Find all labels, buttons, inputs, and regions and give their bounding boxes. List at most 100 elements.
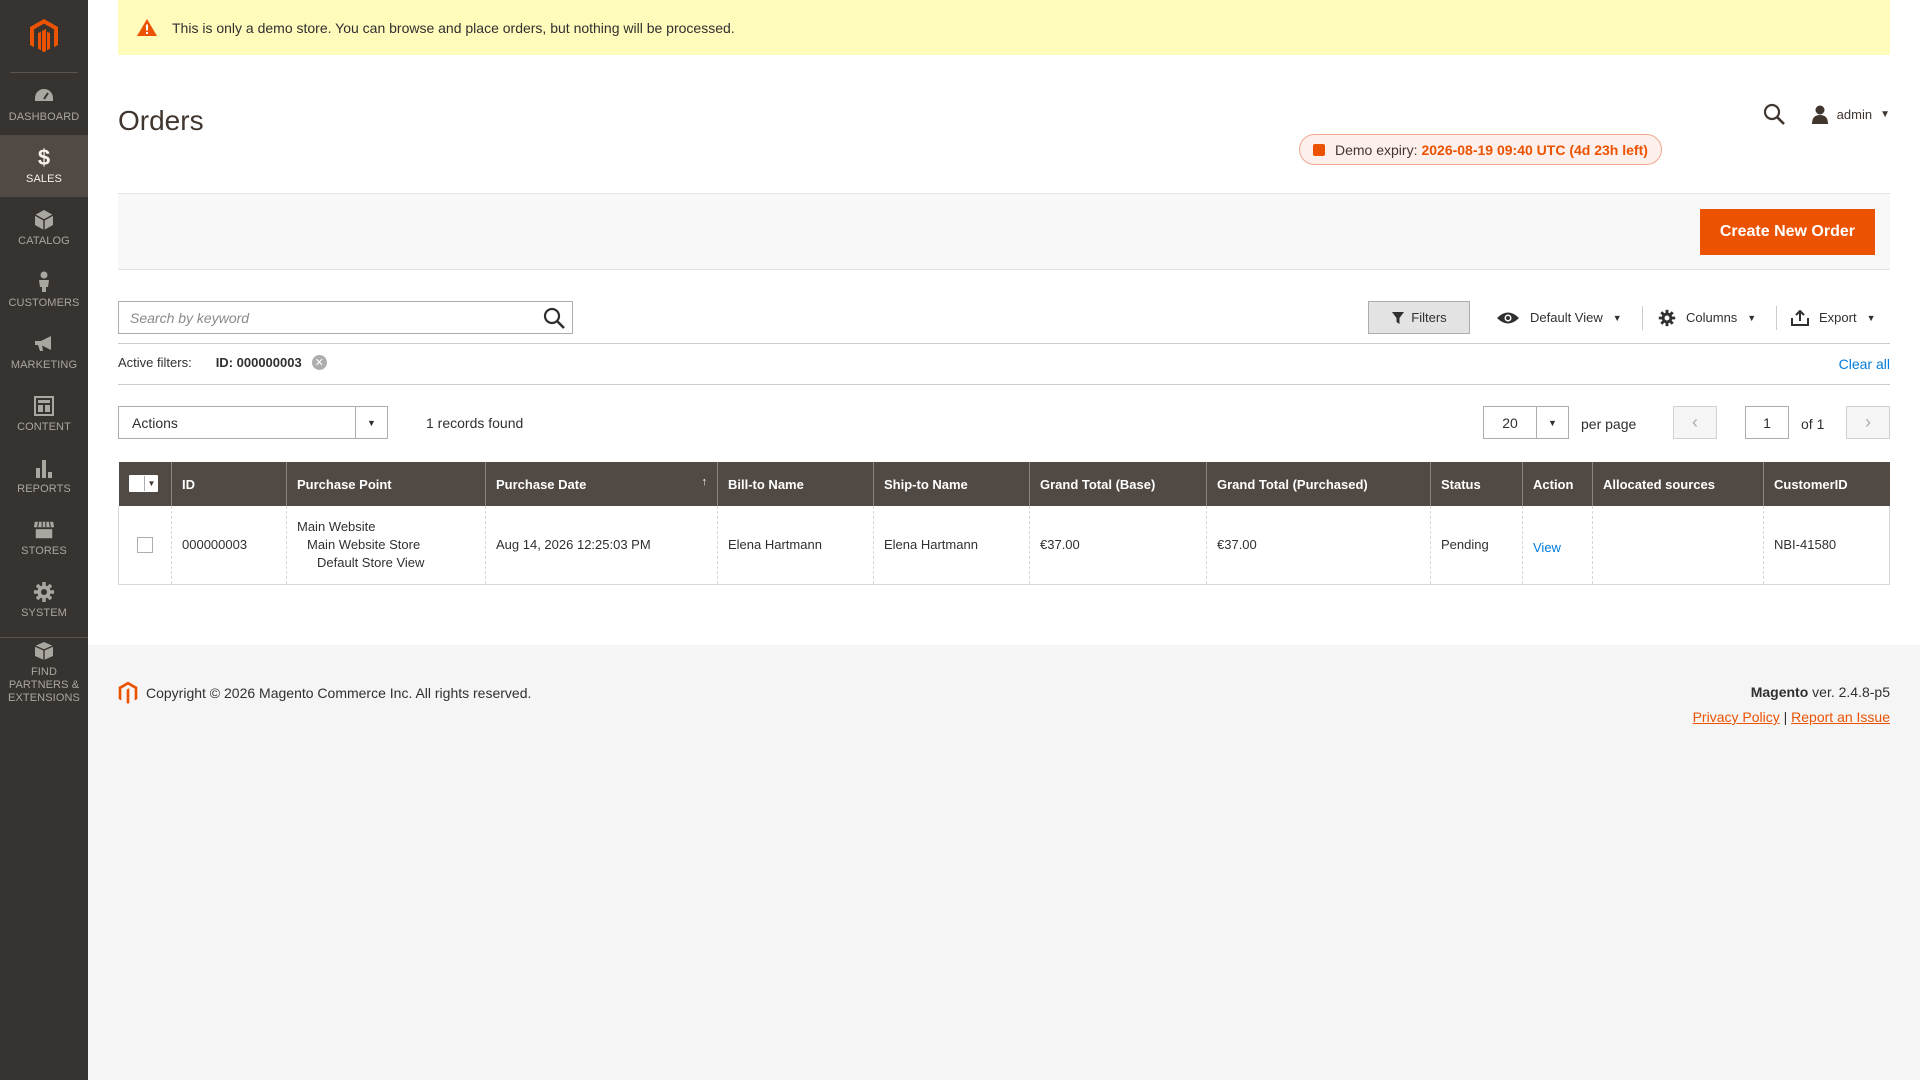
menu-find-partners[interactable]: FIND PARTNERS & EXTENSIONS bbox=[0, 637, 88, 707]
header-actions: admin ▼ bbox=[1763, 103, 1890, 125]
admin-user-menu[interactable]: admin ▼ bbox=[1811, 105, 1890, 124]
col-customer-id[interactable]: CustomerID bbox=[1763, 462, 1890, 506]
gear-icon bbox=[1658, 309, 1676, 327]
report-issue-link[interactable]: Report an Issue bbox=[1791, 709, 1890, 725]
col-grand-total-purchased[interactable]: Grand Total (Purchased) bbox=[1206, 462, 1431, 506]
footer-links: Privacy Policy | Report an Issue bbox=[1693, 709, 1890, 725]
row-checkbox[interactable] bbox=[137, 536, 153, 553]
boxes-icon bbox=[33, 640, 55, 662]
next-page-button[interactable]: › bbox=[1846, 406, 1890, 439]
menu-label: STORES bbox=[21, 544, 67, 557]
purchase-point-website: Main Website bbox=[297, 518, 376, 534]
caret-down-icon: ▼ bbox=[1536, 407, 1568, 438]
mass-actions-select[interactable]: Actions ▼ bbox=[118, 406, 388, 439]
cell-grand-total-purchased: €37.00 bbox=[1206, 506, 1431, 585]
view-dropdown[interactable]: Default View ▼ bbox=[1496, 301, 1622, 334]
menu-label: MARKETING bbox=[10, 358, 78, 371]
chevron-left-icon: ‹ bbox=[1692, 412, 1698, 432]
admin-sidebar: DASHBOARD $ SALES CATALOG CUSTOMERS MARK… bbox=[0, 0, 88, 1080]
sort-arrow-icon: ↑ bbox=[701, 476, 708, 488]
caret-down-icon: ▼ bbox=[355, 407, 387, 438]
caret-down-icon: ▼ bbox=[1747, 312, 1757, 323]
magento-logo[interactable] bbox=[10, 0, 78, 73]
user-icon bbox=[1811, 105, 1829, 124]
page-number-input[interactable]: 1 bbox=[1745, 406, 1789, 439]
menu-content[interactable]: CONTENT bbox=[0, 383, 88, 445]
footer-separator: | bbox=[1783, 709, 1788, 725]
cell-purchase-point: Main Website Main Website Store Default … bbox=[286, 506, 486, 585]
create-new-order-button[interactable]: Create New Order bbox=[1699, 209, 1875, 255]
global-search-icon[interactable] bbox=[1763, 103, 1785, 125]
expiry-value: 2026-08-19 09:40 UTC (4d 23h left) bbox=[1421, 141, 1648, 158]
dollar-icon: $ bbox=[37, 144, 51, 170]
page-total: of 1 bbox=[1801, 416, 1825, 432]
filters-button[interactable]: Filters bbox=[1368, 301, 1470, 334]
per-page-label: per page bbox=[1581, 416, 1637, 432]
col-bill-to[interactable]: Bill-to Name bbox=[717, 462, 874, 506]
caret-down-icon: ▼ bbox=[1880, 108, 1890, 120]
demo-expiry-badge: Demo expiry: 2026-08-19 09:40 UTC (4d 23… bbox=[1299, 134, 1662, 165]
warning-icon bbox=[136, 18, 158, 37]
columns-dropdown[interactable]: Columns ▼ bbox=[1658, 301, 1756, 334]
menu-label: FIND PARTNERS & EXTENSIONS bbox=[8, 666, 80, 704]
privacy-policy-link[interactable]: Privacy Policy bbox=[1693, 709, 1780, 725]
menu-marketing[interactable]: MARKETING bbox=[0, 321, 88, 383]
cell-action: View bbox=[1522, 506, 1593, 585]
copyright-text: Copyright © 2026 Magento Commerce Inc. A… bbox=[146, 685, 532, 701]
filters-label: Filters bbox=[1411, 310, 1447, 325]
export-dropdown[interactable]: Export ▼ bbox=[1791, 301, 1876, 334]
col-id[interactable]: ID bbox=[171, 462, 287, 506]
cell-purchase-date: Aug 14, 2026 12:25:03 PM bbox=[485, 506, 718, 585]
cell-customer-id: NBI-41580 bbox=[1763, 506, 1890, 585]
prev-page-button[interactable]: ‹ bbox=[1673, 406, 1717, 439]
mass-select-header[interactable]: ▼ bbox=[118, 462, 172, 506]
menu-catalog[interactable]: CATALOG bbox=[0, 197, 88, 259]
clear-all-link[interactable]: Clear all bbox=[1839, 356, 1890, 372]
main-menu: DASHBOARD $ SALES CATALOG CUSTOMERS MARK… bbox=[0, 73, 88, 707]
keyword-search-input[interactable]: Search by keyword bbox=[118, 301, 573, 334]
menu-stores[interactable]: STORES bbox=[0, 507, 88, 569]
chevron-right-icon: › bbox=[1865, 412, 1871, 432]
col-purchase-date[interactable]: Purchase Date ↑ bbox=[485, 462, 718, 506]
view-order-link[interactable]: View bbox=[1533, 540, 1561, 555]
mass-select-checkbox[interactable]: ▼ bbox=[128, 474, 158, 492]
page-title: Orders bbox=[118, 105, 204, 136]
search-submit-icon[interactable] bbox=[536, 307, 572, 329]
purchase-point-store: Main Website Store bbox=[307, 536, 421, 552]
funnel-icon bbox=[1391, 311, 1405, 325]
toolbar-divider bbox=[1776, 306, 1777, 330]
magento-footer-logo bbox=[118, 681, 138, 705]
row-select-cell bbox=[118, 506, 172, 585]
menu-reports[interactable]: REPORTS bbox=[0, 445, 88, 507]
admin-username: admin bbox=[1836, 106, 1873, 122]
caret-down-icon: ▼ bbox=[147, 478, 156, 488]
footer-copyright: Copyright © 2026 Magento Commerce Inc. A… bbox=[118, 681, 531, 705]
purchase-point-view: Default Store View bbox=[317, 554, 425, 570]
dashboard-icon bbox=[33, 85, 55, 107]
cube-icon bbox=[33, 209, 55, 231]
export-icon bbox=[1791, 309, 1809, 326]
table-row[interactable]: 000000003 Main Website Main Website Stor… bbox=[118, 506, 1890, 585]
gear-icon bbox=[33, 581, 55, 603]
active-filters-label: Active filters: bbox=[118, 355, 192, 370]
menu-system[interactable]: SYSTEM bbox=[0, 569, 88, 631]
bar-chart-icon bbox=[33, 457, 55, 479]
menu-customers[interactable]: CUSTOMERS bbox=[0, 259, 88, 321]
menu-dashboard[interactable]: DASHBOARD bbox=[0, 73, 88, 135]
cell-status: Pending bbox=[1430, 506, 1523, 585]
filter-chip: ID: 000000003 bbox=[215, 355, 302, 370]
page-actions-bar: Create New Order bbox=[118, 193, 1890, 270]
menu-label: DASHBOARD bbox=[8, 110, 80, 123]
grid-header-row: ▼ ID Purchase Point Purchase Date ↑ Bill… bbox=[118, 462, 1890, 506]
menu-label: CATALOG bbox=[18, 234, 70, 247]
col-status[interactable]: Status bbox=[1430, 462, 1523, 506]
col-action: Action bbox=[1522, 462, 1593, 506]
remove-filter-icon[interactable]: ✕ bbox=[311, 355, 327, 370]
per-page-select[interactable]: 20 ▼ bbox=[1483, 406, 1569, 439]
cell-id: 000000003 bbox=[171, 506, 287, 585]
col-grand-total-base[interactable]: Grand Total (Base) bbox=[1029, 462, 1207, 506]
megaphone-icon bbox=[33, 333, 55, 355]
col-ship-to[interactable]: Ship-to Name bbox=[873, 462, 1030, 506]
col-purchase-point[interactable]: Purchase Point bbox=[286, 462, 486, 506]
menu-sales[interactable]: $ SALES bbox=[0, 135, 88, 197]
